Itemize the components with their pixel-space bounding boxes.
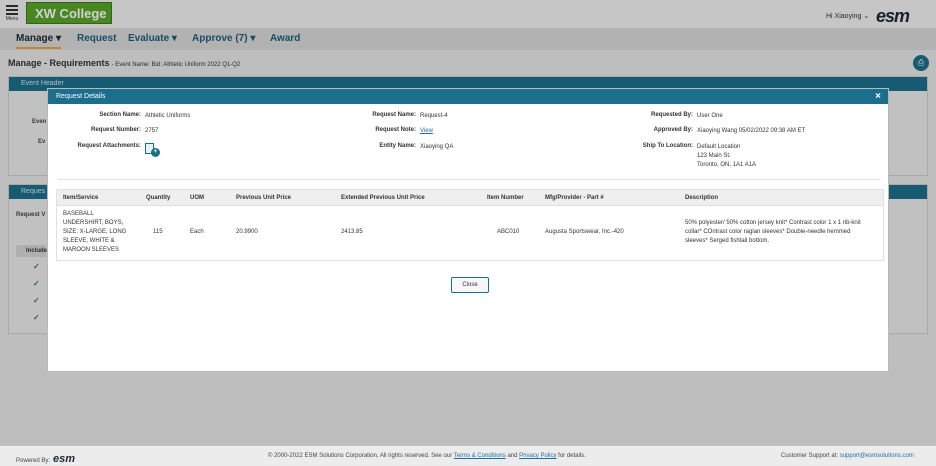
privacy-link[interactable]: Privacy Policy <box>519 453 556 459</box>
esm-footer-logo: esm <box>53 453 76 465</box>
extended-price-cell: 2413.85 <box>341 229 363 235</box>
divider <box>58 179 880 180</box>
items-table: Item/Service Quantity UOM Previous Unit … <box>56 189 884 261</box>
col-uom: UOM <box>190 195 204 201</box>
request-number-field: Request Number: 2757 <box>90 127 159 134</box>
entity-name-value: Xiaoying QA <box>420 144 454 150</box>
requested-by-value: User One <box>697 113 723 119</box>
col-item-service: Item/Service <box>63 195 99 201</box>
col-mfg-provider: Mfg/Provider - Part # <box>545 195 604 201</box>
request-name-field: Request Name: Request-4 <box>372 112 448 119</box>
request-details-modal: Request Details × Section Name: Athletic… <box>47 88 889 372</box>
footer: Powered By: esm © 2000-2022 ESM Solutions… <box>0 446 936 466</box>
table-row: BASEBALL UNDERSHIRT, BOYS, SIZE: X-LARGE… <box>57 206 883 261</box>
terms-link[interactable]: Terms & Conditions <box>454 453 506 459</box>
attachment-icon[interactable]: + <box>145 143 161 158</box>
col-previous-unit-price: Previous Unit Price <box>236 195 292 201</box>
entity-name-field: Entity Name: Xiaoying QA <box>379 143 454 150</box>
powered-by: Powered By: esm <box>16 453 76 465</box>
customer-support: Customer Support at: support@esmsolution… <box>781 453 914 459</box>
request-attachments-field: Request Attachments: <box>77 143 141 149</box>
col-item-number: Item Number <box>487 195 524 201</box>
request-number-value: 2757 <box>145 128 159 134</box>
close-button[interactable]: Close <box>451 277 489 293</box>
section-name-field: Section Name: Athletic Uniforms <box>99 112 191 119</box>
request-note-view-link[interactable]: View <box>420 127 433 136</box>
previous-unit-price-cell: 20.9900 <box>236 229 258 235</box>
description-cell: 50% polyester/ 50% cotton jersey knit* C… <box>685 220 861 244</box>
request-name-value: Request-4 <box>420 113 448 119</box>
table-header: Item/Service Quantity UOM Previous Unit … <box>57 190 883 206</box>
ship-to-field: Ship To Location: Default Location 123 M… <box>642 143 757 168</box>
modal-header: Request Details × <box>48 89 888 104</box>
approved-by-field: Approved By: Xiaoying Wang 05/02/2022 09… <box>653 127 806 134</box>
uom-cell: Each <box>190 229 204 235</box>
item-number-cell: ABC010 <box>497 229 520 235</box>
modal-title: Request Details <box>56 93 106 100</box>
quantity-cell: 115 <box>153 229 163 235</box>
approved-by-value: Xiaoying Wang 05/02/2022 09:38 AM ET <box>697 128 806 134</box>
close-icon[interactable]: × <box>875 89 881 104</box>
col-quantity: Quantity <box>146 195 171 201</box>
support-email-link[interactable]: support@esmsolutions.com <box>840 453 914 459</box>
item-service-cell: BASEBALL UNDERSHIRT, BOYS, SIZE: X-LARGE… <box>63 211 127 253</box>
request-note-field: Request Note: View <box>375 127 433 136</box>
ship-to-value: Default Location 123 Main St. Toronto, O… <box>697 144 757 168</box>
col-description: Description <box>685 195 719 201</box>
col-extended-previous-unit-price: Extended Previous Unit Price <box>341 195 425 201</box>
mfg-provider-cell: Augusta Sportswear, Inc.-420 <box>545 229 624 235</box>
copyright: © 2000-2022 ESM Solutions Corporation, A… <box>268 453 586 459</box>
requested-by-field: Requested By: User One <box>650 112 723 119</box>
section-name-value: Athletic Uniforms <box>145 113 191 119</box>
